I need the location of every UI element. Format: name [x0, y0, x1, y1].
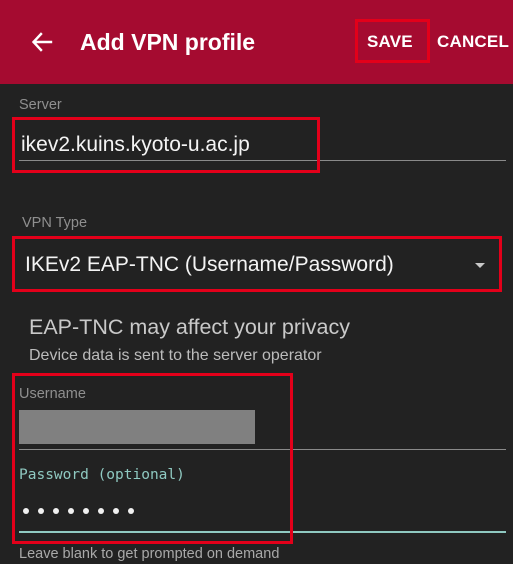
arrow-left-icon — [31, 32, 53, 52]
privacy-warning-title: EAP-TNC may affect your privacy — [29, 315, 350, 339]
server-underline — [19, 160, 506, 161]
vpn-type-label: VPN Type — [22, 215, 88, 231]
password-label: Password (optional) — [19, 467, 185, 483]
cancel-button[interactable]: CANCEL — [437, 30, 509, 54]
vpn-type-selected: IKEv2 EAP-TNC (Username/Password) — [25, 253, 394, 276]
password-dot — [128, 508, 134, 514]
privacy-warning-subtitle: Device data is sent to the server operat… — [29, 347, 322, 364]
password-input[interactable] — [23, 497, 134, 525]
caret-down-icon — [475, 263, 485, 268]
save-button[interactable]: SAVE — [367, 30, 413, 54]
page-title: Add VPN profile — [80, 29, 256, 55]
app-bar: Add VPN profile SAVE CANCEL — [0, 0, 513, 84]
password-dot — [113, 508, 119, 514]
vpn-type-dropdown[interactable]: IKEv2 EAP-TNC (Username/Password) — [17, 240, 499, 290]
server-label: Server — [19, 97, 62, 113]
username-input[interactable] — [19, 410, 255, 444]
password-dot — [98, 508, 104, 514]
password-dot — [83, 508, 89, 514]
password-dot — [68, 508, 74, 514]
username-label: Username — [19, 386, 86, 402]
username-underline — [19, 449, 506, 450]
password-underline — [19, 531, 506, 533]
password-helper-text: Leave blank to get prompted on demand — [19, 546, 280, 562]
password-dot — [38, 508, 44, 514]
password-dot — [53, 508, 59, 514]
password-dot — [23, 508, 29, 514]
server-input[interactable]: ikev2.kuins.kyoto-u.ac.jp — [21, 131, 250, 159]
back-button[interactable] — [22, 22, 62, 62]
